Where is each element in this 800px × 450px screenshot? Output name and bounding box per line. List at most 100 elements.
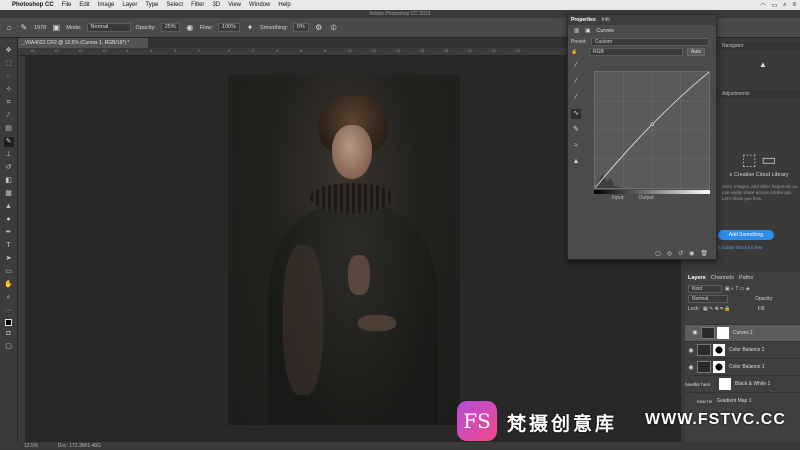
clip-to-layer-icon[interactable]: ▢	[655, 250, 661, 257]
layer-name[interactable]: Color Balance 2	[729, 347, 765, 353]
pencil-icon[interactable]: ✎	[571, 125, 581, 135]
airbrush-icon[interactable]: ✦	[245, 23, 255, 33]
battery-icon[interactable]: ▭	[771, 2, 777, 9]
curves-graph[interactable]	[594, 71, 710, 189]
app-menu[interactable]: Photoshop CC	[12, 2, 54, 8]
search-icon[interactable]: ⌕	[783, 2, 786, 9]
smooth-icon[interactable]: ≈	[571, 141, 581, 151]
opacity-field[interactable]: 25%	[160, 23, 180, 32]
tab-properties[interactable]: Properties	[571, 17, 596, 23]
marquee-tool-icon[interactable]: ⬚	[4, 59, 14, 69]
layer-row[interactable]: ◉ Color Balance 2	[685, 341, 800, 358]
zoom-tool-icon[interactable]: ⌕	[4, 293, 14, 303]
layer-mask-thumbnail[interactable]	[713, 344, 725, 356]
on-image-adjust-icon[interactable]: ☝	[571, 49, 585, 55]
symmetry-icon[interactable]: ⦶	[329, 23, 339, 33]
lock-icons[interactable]: ▦ ✎ ✥ ⌗ 🔒	[703, 306, 731, 312]
lasso-tool-icon[interactable]: ◌	[4, 72, 14, 82]
menu-select[interactable]: Select	[166, 2, 183, 8]
smoothing-field[interactable]: 0%	[292, 23, 309, 32]
menu-filter[interactable]: Filter	[191, 2, 204, 8]
eyedropper-tool-icon[interactable]: ⁄	[4, 111, 14, 121]
blur-tool-icon[interactable]: ▲	[4, 202, 14, 212]
filter-icons[interactable]: ▣ ◐ T ▭ ◈	[725, 286, 750, 292]
curve-edit-icon[interactable]: ∿	[571, 109, 581, 119]
more-tools-icon[interactable]: ···	[4, 306, 14, 316]
layer-row[interactable]: heedlar heal Black & White 1	[685, 375, 800, 392]
path-select-icon[interactable]: ➤	[4, 254, 14, 264]
layer-name[interactable]: Curves 1	[733, 330, 753, 336]
layer-mask-thumbnail[interactable]	[717, 326, 729, 339]
eraser-tool-icon[interactable]: ◧	[4, 176, 14, 186]
wifi-icon[interactable]: ◠	[760, 2, 765, 9]
menu-view[interactable]: View	[228, 2, 241, 8]
pressure-opacity-icon[interactable]: ◉	[185, 23, 195, 33]
mask-icon[interactable]: ▣	[585, 28, 590, 34]
zoom-level[interactable]: 12.5%	[24, 443, 38, 449]
reset-icon[interactable]: ↺	[678, 250, 683, 257]
eyedropper-gray-icon[interactable]: ⁄	[571, 77, 581, 87]
crop-tool-icon[interactable]: ⌗	[4, 98, 14, 108]
quick-select-icon[interactable]: ✧	[4, 85, 14, 95]
home-icon[interactable]: ⌂	[4, 23, 14, 33]
layer-name[interactable]: Black & White 1	[735, 381, 770, 387]
stamp-tool-icon[interactable]: ⊥	[4, 150, 14, 160]
gear-icon[interactable]: ⚙	[314, 23, 324, 33]
eye-icon[interactable]: ◉	[685, 347, 697, 354]
healing-tool-icon[interactable]: ▤	[4, 124, 14, 134]
move-tool-icon[interactable]: ✥	[4, 46, 14, 56]
preset-select[interactable]: Custom	[590, 38, 709, 46]
clipping-warning-icon[interactable]: ▲	[571, 157, 581, 167]
menu-window[interactable]: Window	[249, 2, 270, 8]
auto-button[interactable]: Auto	[687, 48, 706, 56]
hand-tool-icon[interactable]: ✋	[4, 280, 14, 290]
layer-row[interactable]: ◉ Color Balance 1	[685, 358, 800, 375]
portrait-image[interactable]	[228, 75, 460, 425]
pen-tool-icon[interactable]: ✒	[4, 228, 14, 238]
menu-file[interactable]: File	[62, 2, 72, 8]
eye-icon[interactable]: ◉	[685, 364, 697, 371]
visibility-icon[interactable]: ◉	[689, 250, 694, 257]
brush-tool-icon[interactable]: ✎	[19, 23, 29, 33]
tab-paths[interactable]: Paths	[739, 275, 753, 281]
trash-icon[interactable]: 🗑	[700, 250, 708, 257]
adobe-stock-link[interactable]: h Adobe Stock for free	[718, 245, 763, 250]
mode-select[interactable]: Normal	[86, 23, 131, 32]
type-tool-icon[interactable]: T	[4, 241, 14, 251]
quick-mask-icon[interactable]: ◘	[4, 329, 14, 339]
layer-mask-thumbnail[interactable]	[719, 378, 731, 390]
menu-help[interactable]: Help	[278, 2, 290, 8]
dodge-tool-icon[interactable]: ●	[4, 215, 14, 225]
eye-icon[interactable]: ◉	[689, 330, 701, 336]
menu-3d[interactable]: 3D	[212, 2, 220, 8]
menu-layer[interactable]: Layer	[122, 2, 137, 8]
menu-icon[interactable]: ≡	[792, 2, 796, 8]
add-something-button[interactable]: Add Something	[718, 230, 774, 240]
layer-name[interactable]: Color Balance 1	[729, 364, 765, 370]
brush-settings-icon[interactable]: ▣	[51, 23, 61, 33]
layer-mask-thumbnail[interactable]	[713, 361, 725, 373]
layer-kind-select[interactable]: Kind	[688, 285, 722, 293]
tab-navigator[interactable]: Navigator	[722, 43, 743, 49]
brush-tool-icon[interactable]: ✎	[3, 137, 14, 147]
channel-select[interactable]: RGB	[589, 48, 683, 56]
eyedropper-white-icon[interactable]: ⁄	[571, 93, 581, 103]
tab-channels[interactable]: Channels	[711, 275, 734, 281]
document-tab[interactable]: _V6A4022.CR2 @ 12.5% (Curves 1, RGB/16*)…	[18, 38, 148, 48]
screen-mode-icon[interactable]: ▢	[4, 342, 14, 352]
flow-field[interactable]: 100%	[217, 23, 240, 32]
tab-layers[interactable]: Layers	[688, 275, 706, 281]
view-previous-icon[interactable]: ◎	[667, 250, 672, 257]
brush-size[interactable]: 1978	[34, 25, 46, 31]
menu-edit[interactable]: Edit	[79, 2, 89, 8]
tab-adjustments[interactable]: Adjustments	[722, 91, 750, 97]
curve-point[interactable]	[650, 122, 654, 126]
eyedropper-black-icon[interactable]: ⁄	[571, 61, 581, 71]
foreground-color-swatch[interactable]	[5, 319, 12, 326]
layer-row[interactable]: ◉ Curves 1	[685, 324, 800, 341]
menu-type[interactable]: Type	[145, 2, 158, 8]
history-brush-icon[interactable]: ↺	[4, 163, 14, 173]
tab-info[interactable]: Info	[602, 17, 610, 23]
menu-image[interactable]: Image	[98, 2, 115, 8]
shape-tool-icon[interactable]: ▭	[4, 267, 14, 277]
